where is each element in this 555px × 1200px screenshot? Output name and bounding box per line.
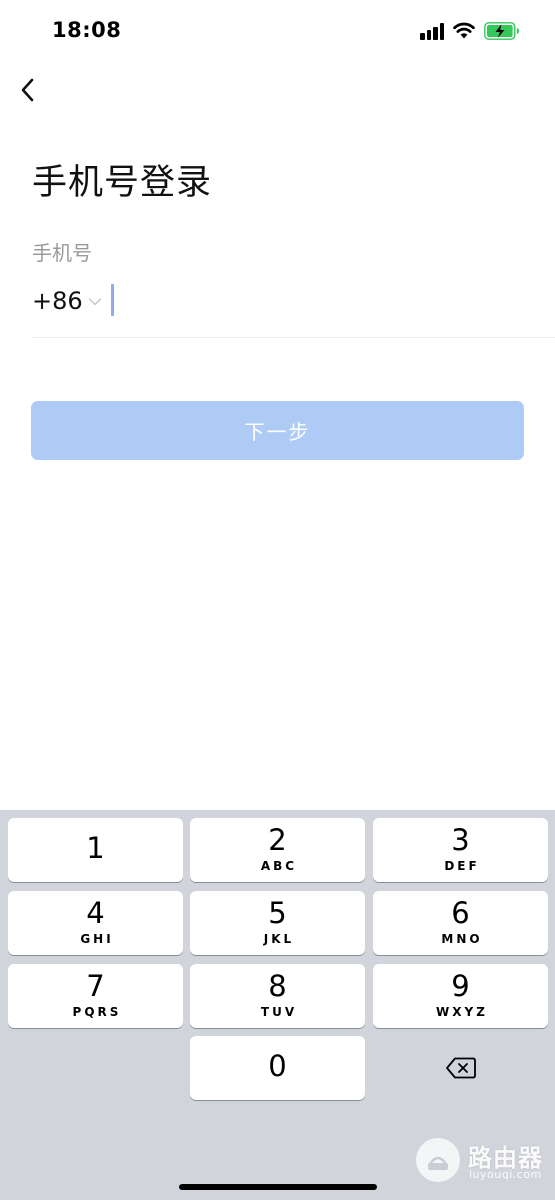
key-digit: 3 [451, 823, 470, 857]
key-digit: 8 [268, 969, 287, 1003]
status-time: 18:08 [52, 18, 122, 42]
watermark: 路由器 luyouqi.com [416, 1136, 550, 1186]
key-letters: MNO [441, 932, 483, 946]
watermark-domain: luyouqi.com [469, 1168, 542, 1181]
battery-charging-icon [484, 22, 519, 40]
chevron-left-icon [21, 78, 34, 102]
key-digit: 0 [268, 1049, 287, 1083]
country-code: +86 [32, 287, 83, 315]
key-letters: DEF [444, 859, 480, 873]
key-7[interactable]: 7 PQRS [8, 964, 183, 1028]
backspace-icon [445, 1057, 476, 1079]
key-1[interactable]: 1 [8, 818, 183, 882]
page-title: 手机号登录 [32, 163, 213, 203]
phone-label: 手机号 [32, 241, 92, 265]
key-letters: GHI [80, 932, 114, 946]
key-digit: 7 [86, 969, 105, 1003]
key-2[interactable]: 2 ABC [190, 818, 365, 882]
key-letters: PQRS [72, 1005, 122, 1019]
home-indicator [179, 1184, 377, 1190]
text-cursor [111, 284, 114, 316]
key-8[interactable]: 8 TUV [190, 964, 365, 1028]
chevron-down-icon [88, 298, 101, 306]
key-letters: TUV [260, 1005, 298, 1019]
wifi-icon [453, 22, 475, 39]
key-6[interactable]: 6 MNO [373, 891, 548, 955]
key-9[interactable]: 9 WXYZ [373, 964, 548, 1028]
key-digit: 5 [268, 896, 287, 930]
phone-number-input[interactable] [110, 282, 530, 320]
key-letters: JKL [263, 932, 295, 946]
next-step-button[interactable]: 下一步 [31, 401, 524, 460]
key-5[interactable]: 5 JKL [190, 891, 365, 955]
status-bar: 18:08 [0, 0, 555, 62]
key-digit: 1 [86, 831, 105, 865]
key-letters: WXYZ [436, 1005, 488, 1019]
country-code-selector[interactable]: +86 [32, 284, 102, 318]
key-letters: ABC [260, 859, 298, 873]
key-3[interactable]: 3 DEF [373, 818, 548, 882]
key-digit: 6 [451, 896, 470, 930]
cellular-signal-icon [420, 22, 446, 40]
back-button[interactable] [10, 72, 46, 108]
key-digit: 9 [451, 969, 470, 1003]
key-0[interactable]: 0 [190, 1036, 365, 1100]
delete-key[interactable] [373, 1036, 548, 1100]
key-4[interactable]: 4 GHI [8, 891, 183, 955]
key-digit: 2 [268, 823, 287, 857]
phone-field: +86 [32, 278, 555, 338]
router-logo-icon [416, 1138, 460, 1182]
key-digit: 4 [86, 896, 105, 930]
